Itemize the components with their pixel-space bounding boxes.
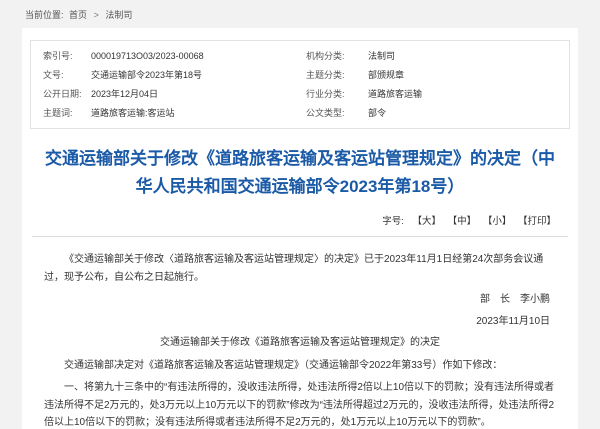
font-size-large-button[interactable]: 【大】 (413, 216, 442, 227)
meta-value-publish-date: 2023年12月04日 (91, 87, 306, 100)
print-button[interactable]: 【打印】 (518, 216, 556, 227)
meta-label-industry-category: 行业分类: (306, 87, 368, 100)
meta-value-agency-category: 法制司 (368, 49, 569, 62)
meta-row-publish-date: 公开日期: 2023年12月04日 行业分类: 道路旅客运输 (31, 84, 569, 103)
meta-row-keywords: 主题词: 道路旅客运输:客运站 公文类型: 部令 (31, 103, 569, 122)
breadcrumb-home-link[interactable]: 首页 (69, 10, 87, 20)
breadcrumb: 当前位置: 首页 > 法制司 (0, 0, 600, 28)
meta-value-industry-category: 道路旅客运输 (368, 87, 569, 100)
font-size-controls: 字号: 【大】 【中】 【小】 【打印】 (32, 213, 568, 237)
document-meta-table: 索引号: 000019713O03/2023-00068 机构分类: 法制司 文… (30, 40, 570, 129)
minister-signature: 部 长 李小鹏 (44, 291, 556, 309)
meta-label-publish-date: 公开日期: (31, 87, 91, 100)
breadcrumb-prefix: 当前位置: (25, 10, 64, 20)
meta-label-keywords: 主题词: (31, 106, 91, 119)
decision-subtitle: 交通运输部关于修改《道路旅客运输及客运站管理规定》的决定 (44, 334, 556, 352)
breadcrumb-section-link[interactable]: 法制司 (105, 10, 132, 20)
meta-value-doc-type: 部令 (368, 106, 569, 119)
font-size-small-button[interactable]: 【小】 (483, 216, 512, 227)
intro-paragraph: 交通运输部决定对《道路旅客运输及客运站管理规定》（交通运输部令2022年第33号… (44, 357, 556, 375)
meta-row-doc-number: 文号: 交通运输部令2023年第18号 主题分类: 部颁规章 (31, 65, 569, 84)
meta-row-index-number: 索引号: 000019713O03/2023-00068 机构分类: 法制司 (31, 46, 569, 65)
breadcrumb-separator: > (94, 10, 99, 20)
announcement-paragraph: 《交通运输部关于修改〈道路旅客运输及客运站管理规定〉的决定》已于2023年11月… (44, 251, 556, 286)
document-card: 索引号: 000019713O03/2023-00068 机构分类: 法制司 文… (22, 28, 578, 429)
meta-value-doc-number: 交通运输部令2023年第18号 (91, 68, 306, 81)
meta-label-doc-number: 文号: (31, 68, 91, 81)
signature-date: 2023年11月10日 (44, 313, 556, 331)
meta-label-topic-category: 主题分类: (306, 68, 368, 81)
font-size-label: 字号: (382, 216, 404, 227)
page-title: 交通运输部关于修改《道路旅客运输及客运站管理规定》的决定（中华人民共和国交通运输… (44, 145, 556, 201)
meta-value-topic-category: 部颁规章 (368, 68, 569, 81)
meta-label-index-number: 索引号: (31, 49, 91, 62)
meta-label-agency-category: 机构分类: (306, 49, 368, 62)
amendment-item-1: 一、将第九十三条中的“有违法所得的，没收违法所得，处违法所得2倍以上10倍以下的… (44, 379, 556, 429)
meta-value-keywords: 道路旅客运输:客运站 (91, 106, 306, 119)
meta-value-index-number: 000019713O03/2023-00068 (91, 51, 306, 61)
document-body: 《交通运输部关于修改〈道路旅客运输及客运站管理规定〉的决定》已于2023年11月… (30, 237, 570, 429)
font-size-medium-button[interactable]: 【中】 (448, 216, 477, 227)
meta-label-doc-type: 公文类型: (306, 106, 368, 119)
